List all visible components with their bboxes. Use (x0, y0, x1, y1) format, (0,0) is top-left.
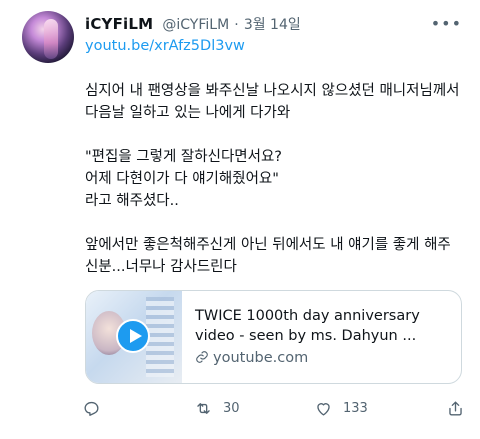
share-button[interactable] (446, 396, 465, 420)
card-domain-text: youtube.com (213, 350, 309, 366)
reply-button[interactable] (82, 396, 101, 420)
reply-icon (84, 401, 99, 416)
like-button[interactable]: 133 (314, 396, 368, 420)
separator-dot: · (234, 17, 239, 33)
tweet-line: 심지어 내 팬영상을 봐주신날 나오시지 않으셨던 매니저님께서 (85, 83, 460, 99)
tweet-actions: 30 133 (82, 396, 480, 420)
tweet-line: 앞에서만 좋은척해주신게 아닌 뒤에서도 내 얘기를 좋게 해주 (85, 237, 451, 253)
tweet-line: 다음날 일하고 있는 나에게 다가와 (85, 105, 291, 121)
share-icon (449, 400, 462, 416)
tweet-text: 심지어 내 팬영상을 봐주신날 나오시지 않으셨던 매니저님께서 다음날 일하고… (85, 80, 475, 278)
link-icon (196, 351, 208, 363)
author-name[interactable]: iCYFiLM (85, 15, 153, 33)
card-title[interactable]: TWICE 1000th day anniversary video - see… (195, 306, 450, 346)
more-options-icon[interactable]: ••• (431, 14, 462, 33)
tweet-line: "편집을 그렇게 잘하신다면서요? (85, 149, 283, 165)
retweet-count: 30 (223, 400, 240, 416)
tweet-line: 라고 해주셨다.. (85, 193, 179, 209)
avatar[interactable] (22, 11, 74, 63)
heart-icon (317, 402, 330, 416)
tweet-line: 어제 다현이가 다 얘기해줬어요" (85, 171, 279, 187)
tweet-line: 신분...너무나 감사드린다 (85, 259, 237, 275)
retweet-icon (197, 402, 210, 414)
card-domain: youtube.com (195, 350, 308, 366)
tweet-header: iCYFiLM @iCYFiLM · 3월 14일 ••• (85, 14, 466, 36)
play-icon[interactable] (116, 319, 150, 353)
tweet-date[interactable]: 3월 14일 (244, 17, 301, 33)
tweet-link[interactable]: youtu.be/xrAfz5Dl3vw (85, 38, 245, 54)
link-preview-card[interactable]: TWICE 1000th day anniversary video - see… (85, 290, 462, 384)
like-count: 133 (343, 400, 368, 416)
retweet-button[interactable]: 30 (194, 396, 240, 420)
video-thumbnail[interactable] (86, 291, 182, 383)
author-handle[interactable]: @iCYFiLM (162, 17, 229, 33)
